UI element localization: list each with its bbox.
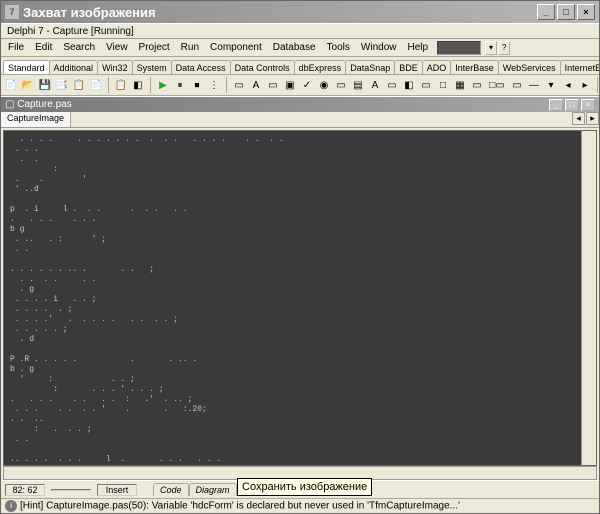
- menu-file[interactable]: File: [3, 40, 29, 55]
- comp-combobox-icon[interactable]: ◧: [401, 77, 417, 93]
- minimize-button[interactable]: _: [537, 4, 555, 20]
- comp-label-icon[interactable]: ▣: [282, 77, 298, 93]
- tab-system[interactable]: System: [132, 60, 172, 74]
- menu-window[interactable]: Window: [356, 40, 402, 55]
- tool-new-icon[interactable]: 📄: [3, 77, 19, 93]
- tab-ado[interactable]: ADO: [422, 60, 452, 74]
- tab-win32[interactable]: Win32: [97, 60, 133, 74]
- titlebar: 7 Захват изображения _ □ ×: [1, 1, 599, 23]
- close-button[interactable]: ×: [577, 4, 595, 20]
- comp-extra1-icon[interactable]: ▭: [509, 77, 525, 93]
- comp-listbox-icon[interactable]: ▭: [384, 77, 400, 93]
- editor-nav-fwd-icon[interactable]: ▸: [586, 112, 599, 125]
- comp-radiogroup-icon[interactable]: ▦: [452, 77, 468, 93]
- tool-open-icon[interactable]: 📂: [20, 77, 36, 93]
- tool-copy-icon[interactable]: 📋: [71, 77, 87, 93]
- tool-paste-icon[interactable]: 📄: [88, 77, 104, 93]
- comp-popupmenu-icon[interactable]: ▭: [265, 77, 281, 93]
- tab-interbase[interactable]: InterBase: [450, 60, 499, 74]
- ide-subtitle: Delphi 7 - Capture [Running]: [1, 23, 599, 39]
- modified-indicator: [51, 489, 91, 491]
- comp-checkbox-icon[interactable]: ▤: [350, 77, 366, 93]
- menu-database[interactable]: Database: [268, 40, 321, 55]
- comp-panel-icon[interactable]: ▭: [469, 77, 485, 93]
- menu-combo[interactable]: [437, 41, 481, 55]
- tab-datasnap[interactable]: DataSnap: [345, 60, 395, 74]
- editor-filename: ▢ Capture.pas: [5, 99, 72, 110]
- cursor-position: 82: 62: [5, 484, 45, 496]
- maximize-button[interactable]: □: [557, 4, 575, 20]
- comp-button-icon[interactable]: ▭: [333, 77, 349, 93]
- comp-edit-icon[interactable]: ✓: [299, 77, 315, 93]
- tab-dbexpress[interactable]: dbExpress: [294, 60, 347, 74]
- comp-actionlist-icon[interactable]: □▭: [486, 77, 508, 93]
- menu-component[interactable]: Component: [205, 40, 267, 55]
- menu-edit[interactable]: Edit: [30, 40, 57, 55]
- bottom-tab-diagram[interactable]: Diagram: [189, 483, 237, 496]
- help-button-icon[interactable]: ?: [498, 41, 510, 55]
- tab-datacontrols[interactable]: Data Controls: [230, 60, 295, 74]
- editor-tab-capture[interactable]: CaptureImage: [1, 112, 71, 127]
- comp-extra2-icon[interactable]: —: [526, 77, 542, 93]
- comp-radiobutton-icon[interactable]: A: [367, 77, 383, 93]
- comp-extra3-icon[interactable]: ▾: [543, 77, 559, 93]
- editor-tabs: CaptureImage ◂ ▸: [1, 112, 599, 128]
- tool-run-icon[interactable]: ▶: [155, 77, 171, 93]
- editor-nav-back-icon[interactable]: ◂: [572, 112, 585, 125]
- comp-scrollbar-icon[interactable]: ▭: [418, 77, 434, 93]
- tab-webservices[interactable]: WebServices: [498, 60, 561, 74]
- comp-memo-icon[interactable]: ◉: [316, 77, 332, 93]
- editor-minimize-button[interactable]: _: [549, 99, 563, 111]
- editor-close-button[interactable]: ×: [581, 99, 595, 111]
- tool-stop-icon[interactable]: ⏹: [189, 77, 205, 93]
- hint-text: [Hint] CaptureImage.pas(50): Variable 'h…: [20, 500, 460, 511]
- comp-arrow-icon[interactable]: ▭: [231, 77, 247, 93]
- tab-bde[interactable]: BDE: [394, 60, 423, 74]
- bottom-tab-code[interactable]: Code: [153, 483, 189, 496]
- comp-extra5-icon[interactable]: ▸: [577, 77, 593, 93]
- main-menu: File Edit Search View Project Run Compon…: [1, 39, 599, 57]
- menu-view[interactable]: View: [101, 40, 133, 55]
- tool-save-icon[interactable]: 💾: [37, 77, 53, 93]
- menu-run[interactable]: Run: [176, 40, 204, 55]
- main-window: 7 Захват изображения _ □ × Delphi 7 - Ca…: [0, 0, 600, 514]
- tool-step-icon[interactable]: ⋮: [206, 77, 222, 93]
- tab-additional[interactable]: Additional: [49, 60, 99, 74]
- comp-extra4-icon[interactable]: ◂: [560, 77, 576, 93]
- insert-mode: Insert: [97, 484, 137, 496]
- menu-help[interactable]: Help: [402, 40, 433, 55]
- code-editor[interactable]: . . . . . . . . . . . . . . . . . . . . …: [3, 130, 597, 466]
- tool-saveall-icon[interactable]: 📑: [54, 77, 70, 93]
- tooltip: Сохранить изображение: [237, 478, 372, 496]
- toolbar-row: 📄 📂 💾 📑 📋 📄 📋 ◧ ▶ ⏸ ⏹ ⋮ ▭ A ▭ ▣ ✓ ◉ ▭ ▤ …: [1, 75, 599, 96]
- editor-titlebar: ▢ Capture.pas _ □ ×: [1, 96, 599, 112]
- palette-buttons: ▭ A ▭ ▣ ✓ ◉ ▭ ▤ A ▭ ◧ ▭ □ ▦ ▭ □▭ ▭ — ▾ ◂…: [231, 77, 598, 93]
- window-title: Захват изображения: [23, 5, 535, 20]
- app-icon: 7: [5, 5, 19, 19]
- combo-dropdown[interactable]: ▾: [485, 41, 497, 55]
- menu-search[interactable]: Search: [58, 40, 100, 55]
- tab-standard[interactable]: Standard: [3, 60, 50, 74]
- tab-internetexpress[interactable]: InternetExpress: [560, 60, 599, 74]
- tool-pause-icon[interactable]: ⏸: [172, 77, 188, 93]
- message-bar[interactable]: i[Hint] CaptureImage.pas(50): Variable '…: [1, 498, 599, 513]
- editor-maximize-button[interactable]: □: [565, 99, 579, 111]
- tool-viewform-icon[interactable]: 📋: [113, 77, 129, 93]
- comp-groupbox-icon[interactable]: □: [435, 77, 451, 93]
- tab-dataaccess[interactable]: Data Access: [171, 60, 231, 74]
- menu-tools[interactable]: Tools: [322, 40, 355, 55]
- hint-icon: i: [5, 500, 17, 512]
- comp-mainmenu-icon[interactable]: A: [248, 77, 264, 93]
- component-palette: Standard Additional Win32 System Data Ac…: [1, 57, 599, 75]
- menu-project[interactable]: Project: [134, 40, 175, 55]
- tool-toggle-icon[interactable]: ◧: [130, 77, 146, 93]
